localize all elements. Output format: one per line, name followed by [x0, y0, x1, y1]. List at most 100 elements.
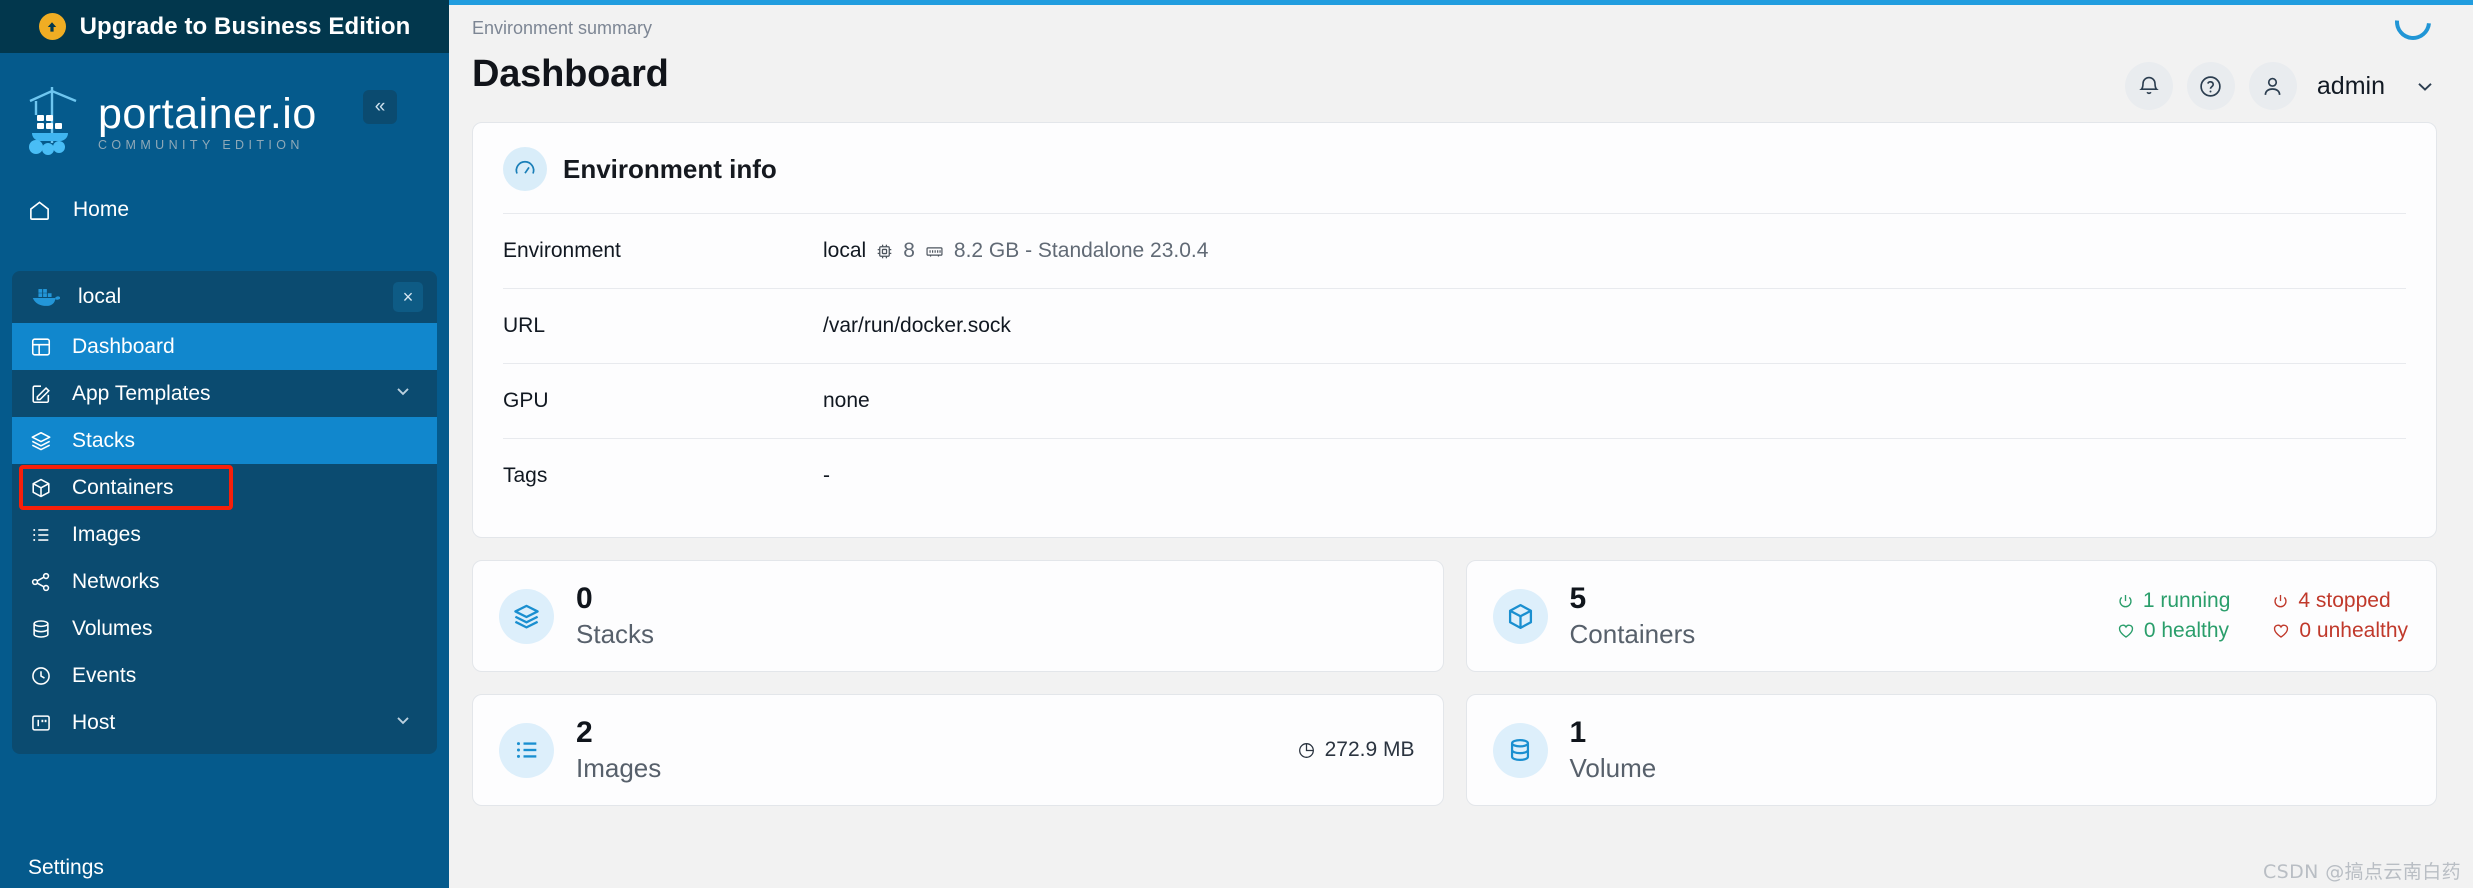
- close-environment-button[interactable]: ×: [393, 282, 423, 312]
- sidebar-item-networks[interactable]: Networks: [12, 558, 437, 605]
- environment-selector[interactable]: local ×: [12, 271, 437, 323]
- sidebar-item-events[interactable]: Events: [12, 652, 437, 699]
- info-row-url: URL /var/run/docker.sock: [503, 288, 2406, 363]
- portainer-logo[interactable]: portainer.io COMMUNITY EDITION «: [0, 53, 449, 161]
- sidebar-item-host-label: Host: [72, 710, 116, 734]
- info-value-environment: local: [823, 239, 867, 262]
- environment-info-card: Environment info Environment local 8 8.2…: [472, 122, 2437, 538]
- volumes-stat-card[interactable]: 1 Volume: [1465, 694, 2437, 806]
- clock-icon: [30, 665, 52, 687]
- up-arrow-circle-icon: [38, 13, 66, 40]
- heart-icon: [2117, 622, 2135, 640]
- info-label-environment: Environment: [503, 239, 621, 262]
- question-circle-icon: [2198, 74, 2223, 99]
- containers-running-label: 1 running: [2142, 589, 2231, 612]
- cube-icon: [30, 477, 52, 499]
- database-icon: [1492, 722, 1548, 778]
- dashboard-content: Environment info Environment local 8 8.2…: [449, 122, 2473, 806]
- sidebar: Upgrade to Business Edition portainer.io…: [0, 0, 449, 888]
- docker-whale-icon: [30, 286, 60, 308]
- sidebar-item-app-templates[interactable]: App Templates: [12, 370, 437, 417]
- cpu-chip-icon: [875, 242, 894, 261]
- containers-healthy-label: 0 healthy: [2143, 619, 2230, 642]
- containers-stopped-label: 4 stopped: [2298, 589, 2391, 612]
- info-label-tags: Tags: [503, 464, 548, 487]
- watermark: CSDN @搞点云南白药: [2262, 861, 2461, 883]
- sidebar-item-volumes-label: Volumes: [72, 616, 153, 640]
- sidebar-item-dashboard[interactable]: Dashboard: [12, 323, 437, 370]
- upgrade-banner-label: Upgrade to Business Edition: [79, 12, 411, 40]
- sidebar-item-host[interactable]: Host: [12, 699, 437, 746]
- containers-healthy-status: 0 healthy: [2117, 619, 2231, 643]
- chevron-down-icon[interactable]: [393, 381, 413, 406]
- portainer-dashboard-app: Upgrade to Business Edition portainer.io…: [0, 0, 2473, 888]
- sidebar-item-stacks[interactable]: Stacks: [12, 417, 437, 464]
- page-header: Environment summary Dashboard admin: [449, 0, 2473, 122]
- notifications-button[interactable]: [2124, 62, 2173, 110]
- sidebar-item-app-templates-label: App Templates: [72, 381, 211, 405]
- info-row-environment: Environment local 8 8.2 GB - Standalone …: [503, 213, 2406, 288]
- volumes-label: Volume: [1569, 753, 1657, 783]
- network-share-icon: [30, 571, 52, 593]
- sidebar-item-images-label: Images: [72, 522, 141, 546]
- upgrade-to-business-banner[interactable]: Upgrade to Business Edition: [0, 0, 449, 53]
- containers-running-status: 1 running: [2117, 589, 2231, 613]
- stacks-label: Stacks: [576, 619, 655, 649]
- edition-label: COMMUNITY EDITION: [98, 137, 304, 152]
- header-actions: admin: [2124, 0, 2439, 110]
- sidebar-item-events-label: Events: [72, 663, 137, 687]
- cube-icon: [1492, 588, 1548, 644]
- layers-icon: [30, 430, 52, 452]
- power-icon: [2117, 593, 2134, 610]
- stacks-stat-card[interactable]: 0 Stacks: [472, 560, 1444, 672]
- info-value-gpu: none: [823, 389, 870, 412]
- main-content: Environment summary Dashboard admin Envi…: [449, 0, 2473, 888]
- containers-stat-card[interactable]: 5 Containers 1 running 4 stopped 0 healt…: [1465, 560, 2437, 672]
- info-row-gpu: GPU none: [503, 363, 2406, 438]
- sidebar-item-images[interactable]: Images: [12, 511, 437, 558]
- images-size-label: 272.9 MB: [1324, 738, 1415, 761]
- user-menu-chevron-down-icon[interactable]: [2413, 74, 2437, 98]
- server-panel-icon: [30, 712, 52, 734]
- info-row-tags: Tags -: [503, 438, 2406, 513]
- pie-chart-icon: [1297, 741, 1316, 760]
- sidebar-item-home[interactable]: Home: [0, 187, 449, 233]
- sidebar-item-volumes[interactable]: Volumes: [12, 605, 437, 652]
- containers-count: 5: [1569, 582, 1587, 615]
- memory-ram-icon: [924, 242, 945, 261]
- chevron-down-icon[interactable]: [393, 710, 413, 735]
- stat-cards-grid: 0 Stacks 5 Containers 1 running 4 stoppe…: [472, 560, 2437, 806]
- list-icon: [499, 722, 554, 778]
- images-count: 2: [576, 716, 593, 749]
- environment-name: local: [78, 285, 122, 308]
- page-title: Dashboard: [472, 53, 669, 95]
- info-value-cpu: 8: [903, 239, 915, 262]
- stacks-count: 0: [576, 582, 593, 615]
- sidebar-settings-section[interactable]: Settings: [0, 856, 449, 888]
- list-icon: [30, 524, 52, 546]
- sidebar-item-containers[interactable]: Containers: [12, 464, 437, 511]
- sidebar-item-networks-label: Networks: [72, 569, 160, 593]
- bell-icon: [2137, 74, 2161, 98]
- environment-group: local × Dashboard App Templates Stacks C…: [12, 271, 437, 754]
- user-avatar-button[interactable]: [2248, 62, 2297, 110]
- info-label-url: URL: [503, 314, 546, 337]
- heart-icon: [2272, 622, 2290, 640]
- collapse-sidebar-button[interactable]: «: [363, 90, 397, 124]
- environment-info-title: Environment info: [563, 153, 777, 184]
- info-value-url: /var/run/docker.sock: [823, 314, 1011, 337]
- containers-unhealthy-label: 0 unhealthy: [2299, 619, 2408, 642]
- dashboard-layout-icon: [30, 336, 52, 358]
- containers-stopped-status: 4 stopped: [2272, 589, 2408, 613]
- sidebar-item-home-label: Home: [73, 198, 130, 221]
- info-value-memory: 8.2 GB - Standalone 23.0.4: [953, 239, 1209, 262]
- images-stat-card[interactable]: 2 Images 272.9 MB: [472, 694, 1444, 806]
- sidebar-item-stacks-label: Stacks: [72, 428, 136, 452]
- sidebar-item-dashboard-label: Dashboard: [72, 334, 175, 358]
- layers-icon: [499, 588, 554, 644]
- breadcrumb: Environment summary: [472, 18, 653, 38]
- containers-label: Containers: [1569, 619, 1696, 649]
- help-button[interactable]: [2186, 62, 2235, 110]
- containers-unhealthy-status: 0 unhealthy: [2272, 619, 2408, 643]
- info-label-gpu: GPU: [503, 389, 549, 412]
